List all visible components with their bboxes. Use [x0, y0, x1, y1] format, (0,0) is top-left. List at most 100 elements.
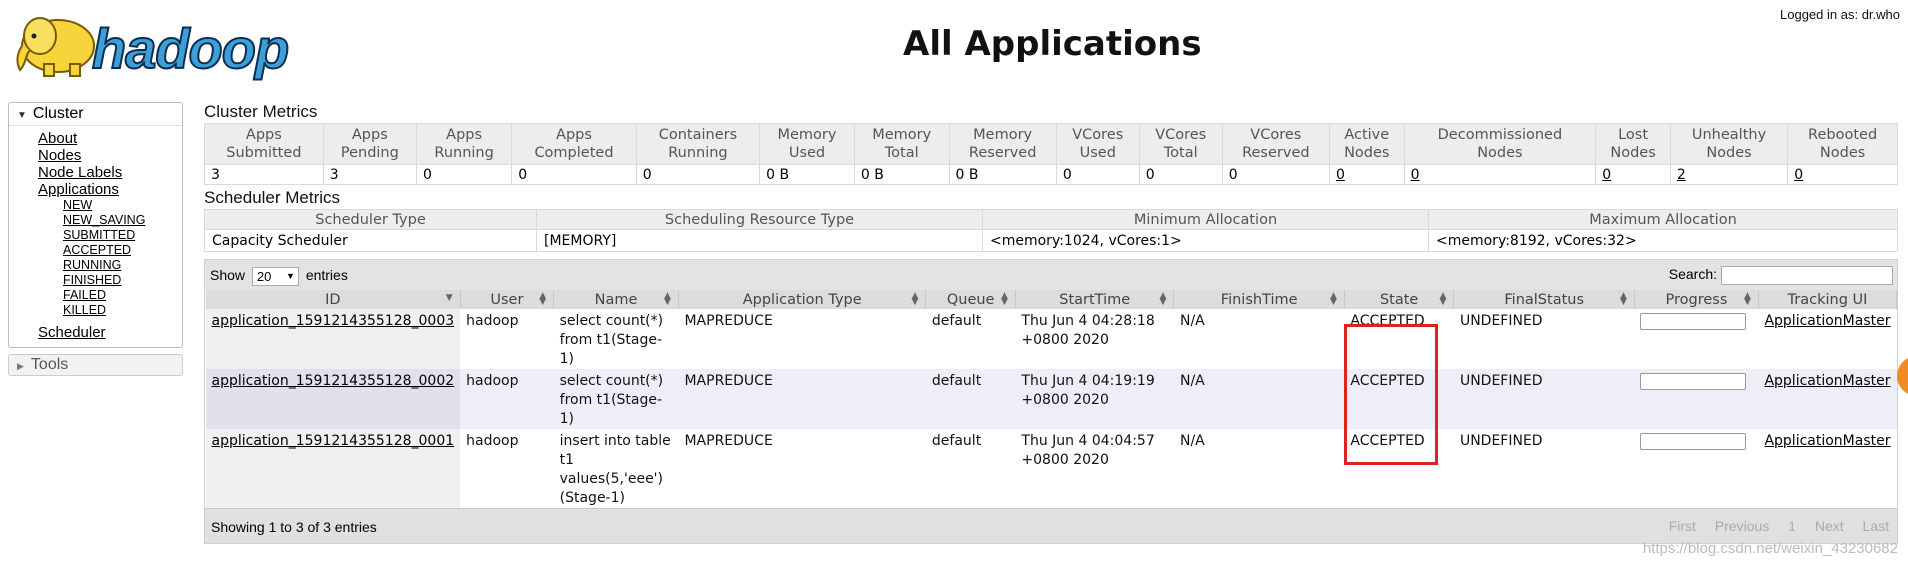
metrics-value-link[interactable]: 2: [1677, 167, 1686, 183]
metrics-value: 0: [642, 166, 652, 183]
metrics-cell-3: 0: [511, 164, 637, 185]
metrics-header-line1: Decommissioned: [1437, 127, 1563, 143]
page-size-select[interactable]: 20 ▼: [251, 267, 299, 286]
pager-page-1[interactable]: 1: [1788, 518, 1796, 534]
metrics-header-15: Rebooted Nodes: [1787, 123, 1898, 165]
sort-both-icon: ▲ ▼: [1159, 291, 1167, 307]
final-status-cell: UNDEFINED: [1459, 373, 1543, 389]
cluster-panel-header[interactable]: ▼ Cluster: [9, 103, 182, 126]
column-header-label: Progress: [1665, 291, 1728, 308]
hadoop-logo[interactable]: hadoop: [10, 6, 310, 86]
state-link-submitted[interactable]: SUBMITTED: [63, 228, 182, 243]
state-link-new[interactable]: NEW: [63, 198, 182, 213]
cell-tracking-link: ApplicationMaster: [1758, 369, 1897, 429]
cell-name-cell: select count(*) from t1(Stage-1): [553, 369, 679, 429]
metrics-cell-12: 0: [1403, 164, 1597, 185]
metrics-header-6: Memory Total: [853, 123, 950, 165]
metrics-value: 0: [518, 166, 528, 183]
app-id-link[interactable]: application_1591214355128_0001: [212, 433, 455, 449]
metrics-header-line1: Active: [1344, 127, 1390, 143]
metrics-header-line1: Rebooted: [1808, 127, 1878, 143]
pager-last[interactable]: Last: [1863, 518, 1889, 534]
metrics-header-line1: Apps: [556, 127, 592, 143]
metrics-header-line2: Total: [1163, 145, 1198, 161]
cell-user-cell: hadoop: [460, 369, 554, 429]
entries-label: entries: [305, 267, 348, 284]
cluster-label: Cluster: [32, 105, 84, 122]
state-link-accepted[interactable]: ACCEPTED: [63, 243, 182, 258]
scheduler-metrics-title: Scheduler Metrics: [204, 188, 341, 207]
cluster-metrics-table: Apps Submitted Apps Pending Apps Running Apps C…: [204, 123, 1898, 185]
metrics-cell-6: 0 B: [853, 164, 950, 185]
metrics-header-5: Memory Used: [759, 123, 855, 165]
state-link-new-saving[interactable]: NEW_SAVING: [63, 213, 182, 228]
column-header-label: User: [490, 291, 524, 308]
column-header-0[interactable]: ID ▼: [205, 290, 461, 309]
metrics-header-line2: Nodes: [1344, 145, 1390, 161]
show-label: Show: [210, 267, 246, 284]
watermark: https://blog.csdn.net/weixin_43230682: [1642, 540, 1898, 557]
state-link-failed[interactable]: FAILED: [63, 288, 182, 303]
sort-both-icon: ▲ ▼: [664, 291, 671, 307]
column-header-9[interactable]: Progress ▲ ▼: [1633, 290, 1759, 309]
app-id-link[interactable]: application_1591214355128_0003: [212, 313, 455, 329]
state-highlight-annotation: [1344, 324, 1438, 465]
tracking-link[interactable]: ApplicationMaster: [1764, 313, 1890, 329]
metrics-value: 0: [1145, 166, 1155, 183]
column-header-6[interactable]: FinishTime ▲ ▼: [1173, 290, 1345, 309]
sidebar-link-node-labels[interactable]: Node Labels: [38, 164, 182, 181]
metrics-value: 3: [211, 166, 220, 183]
pager-next[interactable]: Next: [1815, 518, 1844, 534]
app-id-link[interactable]: application_1591214355128_0002: [212, 373, 455, 389]
metrics-header-line1: Lost: [1618, 127, 1649, 143]
metrics-value-link[interactable]: 0: [1794, 167, 1803, 183]
app-type-cell: MAPREDUCE: [684, 313, 773, 329]
sidebar-link-scheduler[interactable]: Scheduler: [38, 324, 182, 341]
cell-final-status-cell: UNDEFINED: [1453, 309, 1635, 369]
sidebar-link-about[interactable]: About: [38, 130, 182, 147]
metrics-value-link[interactable]: 0: [1336, 167, 1345, 183]
metrics-header-line2: Running: [434, 145, 494, 161]
state-link-finished[interactable]: FINISHED: [63, 273, 182, 288]
column-header-7[interactable]: State ▲ ▼: [1343, 290, 1455, 309]
metrics-header-line1: Apps: [351, 127, 388, 143]
progress-bar: [1640, 313, 1747, 330]
cell-tracking-link: ApplicationMaster: [1758, 429, 1897, 508]
cell-progress-cell: [1634, 429, 1759, 508]
start-time-cell: Thu Jun 4 04:19:19 +0800 2020: [1021, 373, 1155, 408]
column-header-4[interactable]: Queue ▲ ▼: [925, 290, 1016, 309]
column-header-3[interactable]: Application Type ▲ ▼: [677, 290, 927, 309]
column-header-10[interactable]: Tracking UI: [1757, 290, 1898, 309]
sort-both-icon: ▲ ▼: [1744, 291, 1751, 307]
tools-label: Tools: [30, 356, 69, 373]
cell-app-id-link: application_1591214355128_0003: [205, 309, 461, 369]
search-input[interactable]: [1721, 266, 1893, 285]
pager-first[interactable]: First: [1669, 518, 1696, 534]
metrics-value: 0 B: [955, 166, 979, 183]
floating-badge-icon[interactable]: [1897, 356, 1908, 396]
state-link-killed[interactable]: KILLED: [63, 303, 182, 318]
metrics-value-link[interactable]: 0: [1411, 167, 1420, 183]
tools-panel-header[interactable]: ▶ Tools: [8, 354, 183, 376]
metrics-header-8: VCores Used: [1055, 123, 1140, 165]
tracking-link[interactable]: ApplicationMaster: [1764, 373, 1890, 389]
metrics-value-link[interactable]: 0: [1602, 167, 1611, 183]
cell-user-cell: hadoop: [460, 429, 554, 508]
metrics-value: 3: [329, 166, 339, 183]
column-header-1[interactable]: User ▲ ▼: [459, 290, 555, 309]
column-header-2[interactable]: Name ▲ ▼: [553, 290, 679, 309]
sidebar-link-nodes[interactable]: Nodes: [38, 147, 182, 164]
scheduler-value-3: <memory:8192, vCores:32>: [1428, 229, 1898, 252]
tracking-link[interactable]: ApplicationMaster: [1764, 433, 1890, 449]
pager-previous[interactable]: Previous: [1715, 518, 1769, 534]
column-header-5[interactable]: StartTime ▲ ▼: [1014, 290, 1175, 309]
column-header-8[interactable]: FinalStatus ▲ ▼: [1453, 290, 1635, 309]
metrics-header-line2: Nodes: [1477, 145, 1523, 161]
state-link-running[interactable]: RUNNING: [63, 258, 182, 273]
metrics-cell-0: 3: [204, 164, 324, 185]
metrics-header-line1: Memory: [872, 127, 932, 143]
column-header-label: FinalStatus: [1504, 291, 1585, 308]
progress-bar: [1640, 373, 1747, 390]
metrics-value: 0: [422, 166, 432, 183]
sidebar-link-applications[interactable]: Applications: [38, 181, 182, 198]
